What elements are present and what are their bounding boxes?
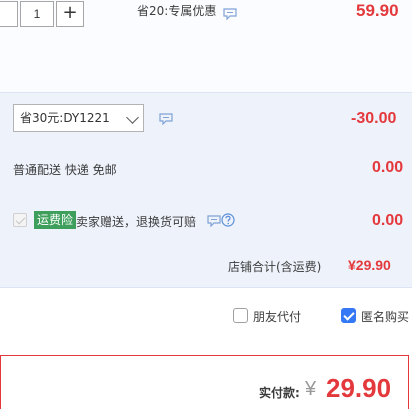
quantity-plus-button[interactable]: + (56, 1, 84, 27)
quantity-input[interactable]: 1 (20, 1, 54, 27)
payable-label: 实付款: (259, 386, 300, 400)
insurance-checkbox[interactable] (13, 213, 27, 227)
coupon-discount: -30.00 (351, 110, 397, 127)
shipping-method: 普通配送 快递 免邮 (13, 163, 117, 177)
chat-bubble-icon[interactable] (223, 8, 237, 20)
friend-pay-label[interactable]: 朋友代付 (253, 308, 301, 325)
coupon-select-value: 省30元:DY1221 (20, 111, 110, 125)
insurance-fee: 0.00 (372, 212, 404, 229)
item-price: 59.90 (356, 1, 399, 20)
insurance-description: 卖家赠送，退换货可赔 (76, 215, 197, 229)
anonymous-purchase-checkbox[interactable] (341, 308, 356, 323)
friend-pay-checkbox[interactable] (233, 308, 248, 323)
store-total-label: 店铺合计(含运费) (228, 260, 322, 274)
help-icon[interactable] (221, 213, 235, 227)
chat-bubble-icon[interactable] (159, 113, 173, 125)
coupon-select[interactable]: 省30元:DY1221 (13, 104, 144, 132)
store-total-amount: ¥29.90 (348, 257, 391, 273)
anonymous-purchase-label[interactable]: 匿名购买 (361, 308, 409, 325)
chevron-down-icon (126, 111, 139, 124)
promo-text: 省20:专属优惠 (137, 4, 217, 18)
shipping-fee: 0.00 (372, 159, 404, 176)
insurance-badge: 运费险 (34, 211, 77, 229)
chat-bubble-icon[interactable] (207, 215, 221, 227)
payable-amount: 29.90 (326, 373, 392, 403)
quantity-minus-button[interactable] (0, 1, 18, 27)
payable-currency: ¥ (305, 378, 317, 400)
